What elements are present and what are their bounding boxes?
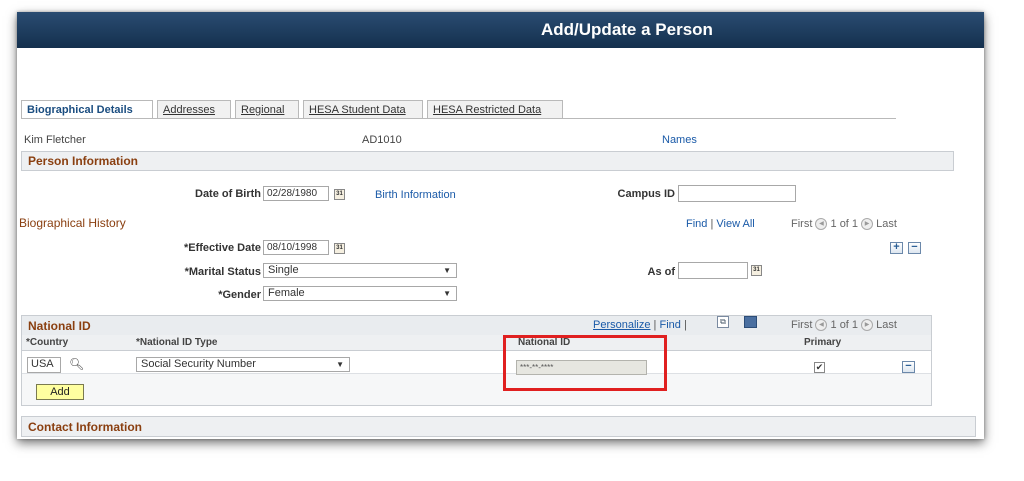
page-window: Add/Update a Person Biographical Details… [17, 12, 984, 439]
names-link[interactable]: Names [662, 134, 697, 146]
bio-history-pager: First ◀ 1 of 1 ▶ Last [791, 218, 897, 231]
page-title: Add/Update a Person [541, 20, 713, 39]
find-link[interactable]: Find [686, 218, 707, 230]
row-counter: 1 of 1 [830, 319, 859, 331]
national-id-toolbar: Personalize | Find | [593, 319, 687, 331]
separator: | [710, 218, 714, 230]
view-in-new-window-icon[interactable]: ⧉ [717, 316, 729, 328]
download-grid-icon[interactable] [744, 316, 757, 328]
section-title: Person Information [28, 154, 139, 168]
col-primary: Primary [804, 337, 842, 348]
col-national-id-type: *National ID Type [136, 337, 218, 348]
col-country: *Country [26, 337, 69, 348]
first-label: First [791, 319, 813, 331]
minus-icon[interactable]: − [902, 361, 915, 373]
contact-information-section: Contact Information [21, 416, 976, 437]
tab-regional[interactable]: Regional [235, 100, 299, 119]
section-title: National ID [28, 319, 91, 333]
gender-label: *Gender [218, 289, 261, 301]
calendar-icon[interactable]: 31 [334, 189, 345, 200]
national-id-pager: First ◀ 1 of 1 ▶ Last [791, 319, 897, 332]
separator: | [683, 319, 687, 331]
bio-history-nav: Find | View All [686, 218, 755, 230]
national-id-type-select[interactable]: Social Security Number ▼ [136, 357, 350, 372]
separator: | [653, 319, 657, 331]
effective-date-input[interactable]: 08/10/1998 [263, 240, 329, 255]
marital-status-label: *Marital Status [184, 266, 261, 278]
plus-icon[interactable]: + [890, 242, 903, 254]
calendar-icon[interactable]: 31 [334, 243, 345, 254]
tab-addresses[interactable]: Addresses [157, 100, 231, 119]
biographical-history-title: Biographical History [19, 216, 126, 230]
find-link[interactable]: Find [659, 319, 680, 331]
row-counter: 1 of 1 [830, 218, 859, 230]
first-label: First [791, 218, 813, 230]
as-of-input[interactable] [678, 262, 748, 279]
next-icon[interactable]: ▶ [861, 319, 874, 332]
header-bar: Add/Update a Person [17, 12, 984, 48]
section-title: Contact Information [28, 420, 142, 434]
tab-biographical-details[interactable]: Biographical Details [21, 100, 153, 119]
person-information-section: Person Information [21, 151, 954, 171]
tab-hesa-restricted-data[interactable]: HESA Restricted Data [427, 100, 563, 119]
marital-status-select[interactable]: Single ▼ [263, 263, 457, 278]
magnifier-icon[interactable]: 🔍︎ [69, 357, 84, 371]
person-id: AD1010 [362, 134, 402, 146]
effective-date-label: *Effective Date [183, 242, 261, 254]
prev-icon[interactable]: ◀ [815, 319, 828, 332]
calendar-icon[interactable]: 31 [751, 265, 762, 276]
minus-icon[interactable]: − [908, 242, 921, 254]
dropdown-arrow-icon: ▼ [336, 360, 344, 369]
highlight-box [503, 335, 667, 391]
tab-hesa-student-data[interactable]: HESA Student Data [303, 100, 423, 119]
view-all-link[interactable]: View All [716, 218, 754, 230]
add-button[interactable]: Add [36, 384, 84, 400]
last-label: Last [876, 218, 897, 230]
last-label: Last [876, 319, 897, 331]
country-input[interactable]: USA [27, 357, 61, 373]
as-of-label: As of [647, 266, 676, 278]
next-icon[interactable]: ▶ [861, 218, 874, 231]
person-name: Kim Fletcher [24, 134, 86, 146]
dropdown-arrow-icon: ▼ [443, 289, 451, 298]
gender-select[interactable]: Female ▼ [263, 286, 457, 301]
prev-icon[interactable]: ◀ [815, 218, 828, 231]
dropdown-arrow-icon: ▼ [443, 266, 451, 275]
campus-id-input[interactable] [678, 185, 796, 202]
primary-checkbox[interactable]: ✔ [814, 362, 825, 373]
tab-divider [21, 118, 896, 119]
campus-id-label: Campus ID [617, 188, 675, 200]
dob-label: Date of Birth [195, 188, 261, 200]
dob-input[interactable]: 02/28/1980 [263, 186, 329, 201]
birth-information-link[interactable]: Birth Information [375, 189, 456, 201]
personalize-link[interactable]: Personalize [593, 319, 650, 331]
